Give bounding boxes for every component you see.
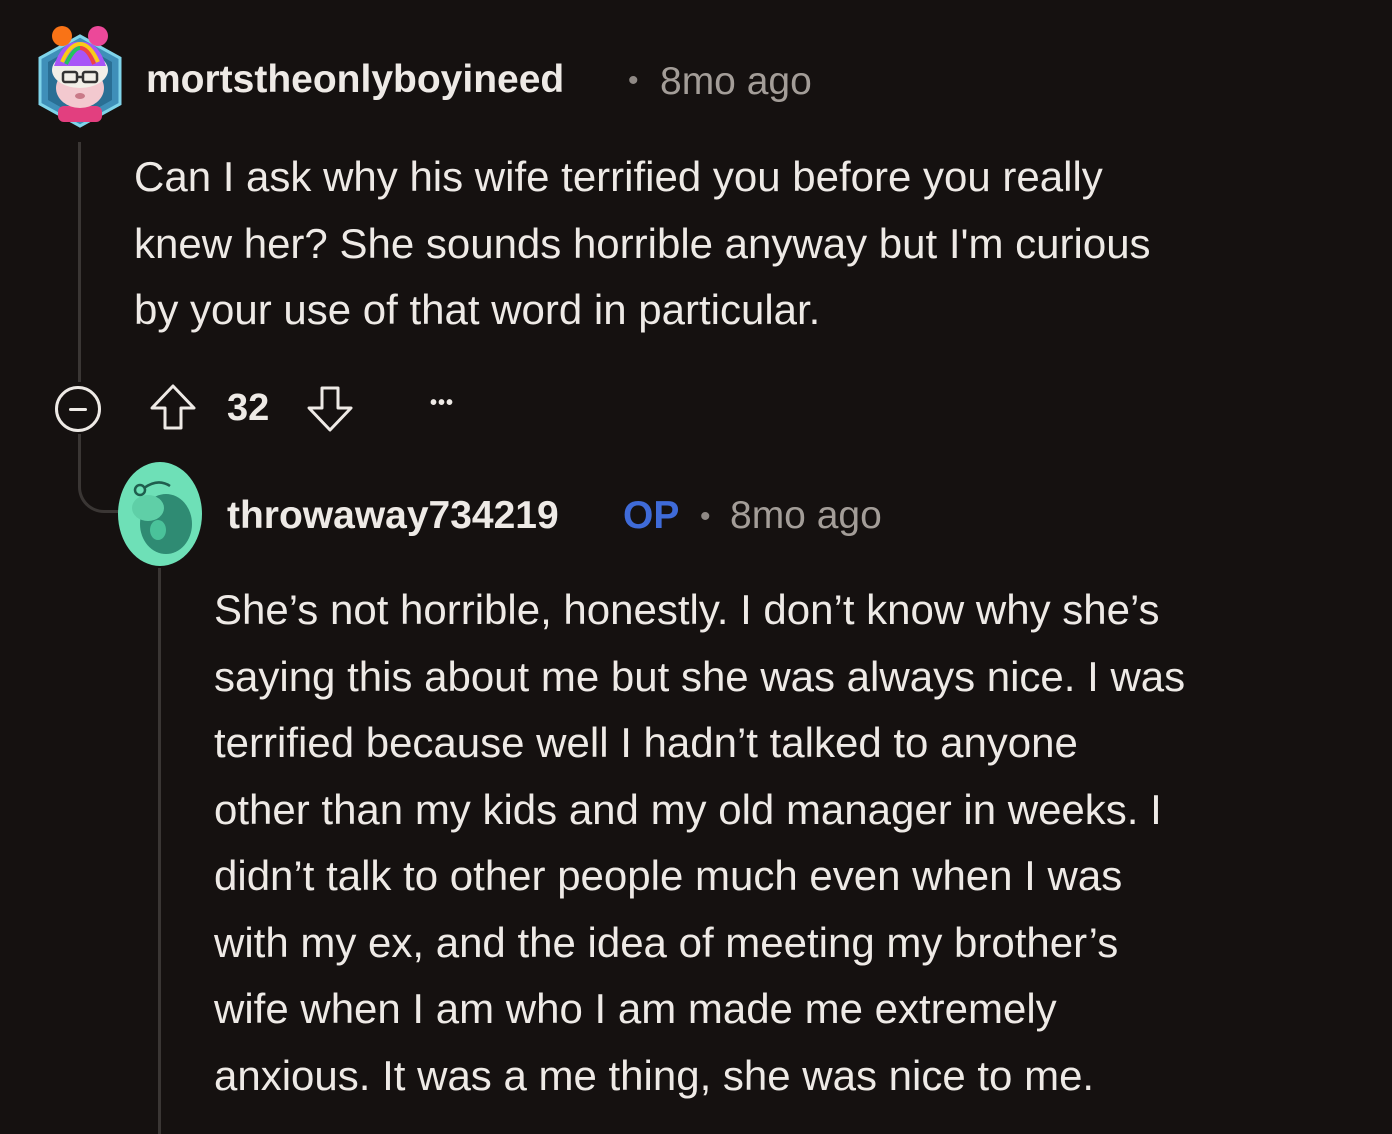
reply-user-avatar[interactable] (118, 460, 202, 568)
reply-line: didn’t talk to other people much even wh… (214, 852, 1123, 899)
comment-line: knew her? She sounds horrible anyway but… (134, 219, 1151, 267)
arrow-down-icon (307, 386, 353, 432)
reply-body: She’s not horrible, honestly. I don’t kn… (214, 577, 1185, 1109)
comment-timestamp[interactable]: 8mo ago (660, 60, 812, 104)
reply-username[interactable]: throwaway734219 (227, 494, 559, 538)
reply-line: terrified because well I hadn’t talked t… (214, 719, 1078, 766)
thread-line-lower (78, 434, 81, 472)
op-badge: OP (623, 494, 680, 537)
reply-line: saying this about me but she was always … (214, 652, 1186, 700)
meta-separator: • (628, 64, 639, 97)
comment-line: Can I ask why his wife terrified you bef… (134, 153, 1103, 200)
arrow-up-icon (150, 384, 196, 430)
comment-line: by your use of that word in particular. (134, 286, 821, 333)
reply-line: with my ex, and the idea of meeting my b… (214, 918, 1119, 966)
user-avatar[interactable] (32, 22, 128, 134)
comment-username[interactable]: mortstheonlyboyineed (146, 58, 564, 102)
reply-line: anxious. It was a me thing, she was nice… (214, 1051, 1095, 1099)
upvote-button[interactable] (148, 382, 198, 432)
thread-elbow (78, 470, 123, 513)
reply-line: other than my kids and my old manager in… (214, 785, 1162, 833)
thread-line-main (78, 142, 81, 382)
comment-body: Can I ask why his wife terrified you bef… (134, 144, 1151, 344)
vote-score: 32 (227, 387, 270, 429)
reply-line: She’s not horrible, honestly. I don’t kn… (214, 586, 1160, 633)
collapse-thread-button[interactable] (55, 386, 101, 432)
downvote-button[interactable] (305, 384, 355, 434)
reply-line: wife when I am who I am made me extremel… (214, 985, 1057, 1032)
thread-line-reply (158, 568, 161, 1134)
more-options-button[interactable]: ••• (430, 392, 454, 415)
reply-timestamp[interactable]: 8mo ago (730, 494, 882, 538)
reply-meta-separator: • (700, 500, 711, 533)
